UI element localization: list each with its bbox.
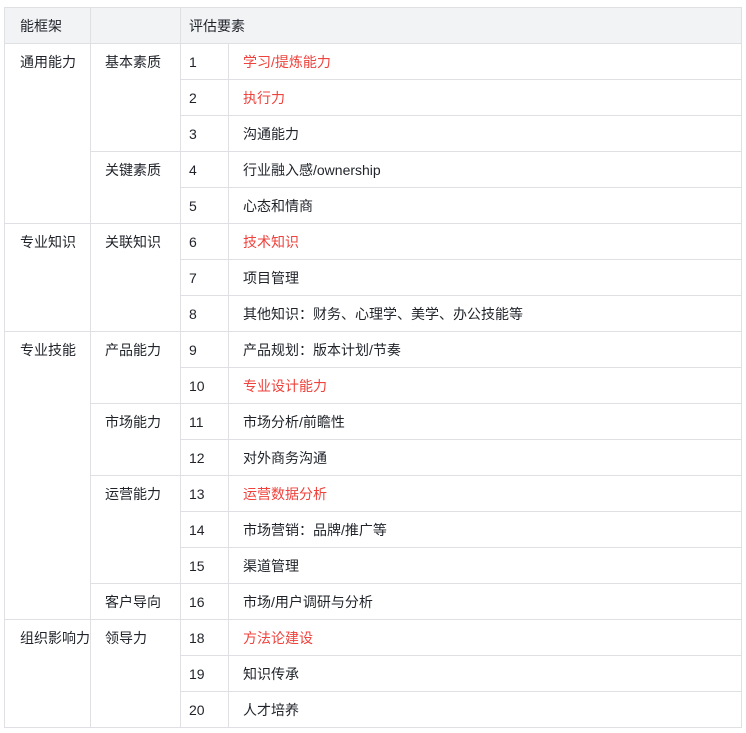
item-number-cell: 7 (181, 260, 229, 296)
item-label-cell: 心态和情商 (229, 188, 741, 224)
item-number-cell: 19 (181, 656, 229, 692)
item-label-cell: 市场分析/前瞻性 (229, 404, 741, 440)
item-number-cell: 9 (181, 332, 229, 368)
subgroup-cell: 市场能力 (91, 404, 181, 476)
item-number-cell: 6 (181, 224, 229, 260)
item-label-cell: 渠道管理 (229, 548, 741, 584)
item-label-cell: 市场营销：品牌/推广等 (229, 512, 741, 548)
item-number-cell: 14 (181, 512, 229, 548)
item-number-cell: 12 (181, 440, 229, 476)
group-cell: 专业技能 (5, 332, 91, 620)
subgroup-cell: 客户导向 (91, 584, 181, 620)
group-cell: 组织影响力 (5, 620, 91, 728)
item-number-cell: 4 (181, 152, 229, 188)
item-number-cell: 3 (181, 116, 229, 152)
item-number-cell: 5 (181, 188, 229, 224)
item-label-cell: 沟通能力 (229, 116, 741, 152)
subgroup-cell: 领导力 (91, 620, 181, 728)
item-label-cell: 技术知识 (229, 224, 741, 260)
group-cell: 专业知识 (5, 224, 91, 332)
item-number-cell: 18 (181, 620, 229, 656)
item-number-cell: 2 (181, 80, 229, 116)
item-number-cell: 16 (181, 584, 229, 620)
subgroup-cell: 运营能力 (91, 476, 181, 584)
item-label-cell: 专业设计能力 (229, 368, 741, 404)
item-number-cell: 13 (181, 476, 229, 512)
item-label-cell: 市场/用户调研与分析 (229, 584, 741, 620)
item-number-cell: 1 (181, 44, 229, 80)
subgroup-cell: 关键素质 (91, 152, 181, 224)
subgroup-cell: 关联知识 (91, 224, 181, 332)
header-cell-evaluation-elements: 评估要素 (181, 8, 741, 44)
item-label-cell: 方法论建设 (229, 620, 741, 656)
item-label-cell: 产品规划：版本计划/节奏 (229, 332, 741, 368)
item-label-cell: 运营数据分析 (229, 476, 741, 512)
header-cell-framework: 能框架 (5, 8, 91, 44)
subgroup-cell: 产品能力 (91, 332, 181, 404)
item-label-cell: 对外商务沟通 (229, 440, 741, 476)
item-number-cell: 15 (181, 548, 229, 584)
item-label-cell: 人才培养 (229, 692, 741, 728)
header-cell-blank (91, 8, 181, 44)
item-label-cell: 知识传承 (229, 656, 741, 692)
subgroup-cell: 基本素质 (91, 44, 181, 152)
item-number-cell: 20 (181, 692, 229, 728)
item-number-cell: 10 (181, 368, 229, 404)
group-cell: 通用能力 (5, 44, 91, 224)
item-label-cell: 执行力 (229, 80, 741, 116)
item-number-cell: 11 (181, 404, 229, 440)
item-label-cell: 行业融入感/ownership (229, 152, 741, 188)
item-number-cell: 8 (181, 296, 229, 332)
item-label-cell: 学习/提炼能力 (229, 44, 741, 80)
item-label-cell: 项目管理 (229, 260, 741, 296)
competency-table: 能框架 评估要素 1 学习/提炼能力 2 执行力 3 沟通能力 基本素质 4 行业融入感/own… (4, 7, 742, 728)
item-label-cell: 其他知识：财务、心理学、美学、办公技能等 (229, 296, 741, 332)
